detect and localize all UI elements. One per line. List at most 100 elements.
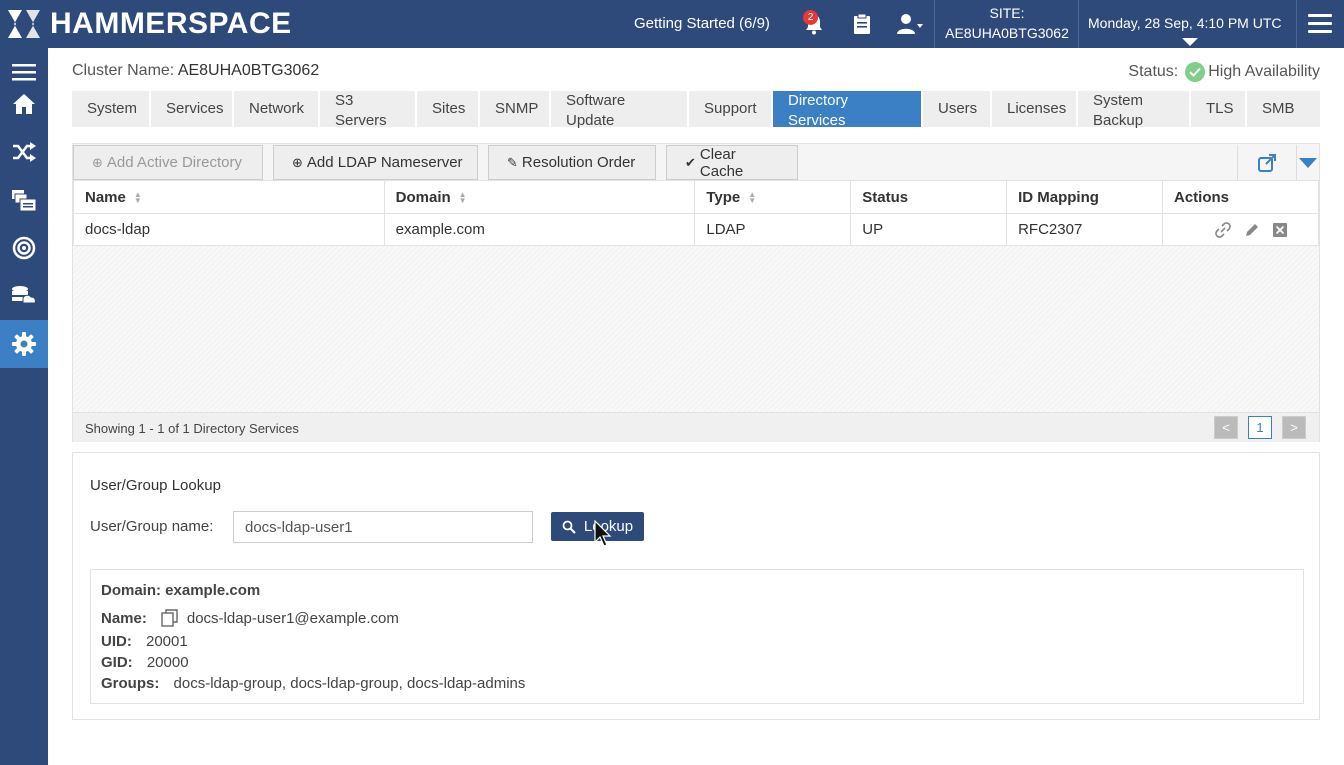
sort-icon: ▲ ▼: [133, 189, 142, 205]
clipboard-icon: [854, 13, 870, 34]
cell-domain: example.com: [383, 213, 696, 246]
topbar-divider: [1296, 0, 1297, 48]
result-gid: GID: 20000: [101, 654, 189, 671]
status-label: Status:: [1128, 63, 1179, 80]
lookup-title: User/Group Lookup: [90, 477, 221, 494]
menu-icon: [12, 64, 36, 81]
link-icon[interactable]: [1214, 221, 1232, 239]
caret-down-icon: [1182, 38, 1198, 46]
sidebar-item-administration[interactable]: [0, 320, 48, 368]
tab-users[interactable]: Users: [923, 91, 992, 127]
sidebar-item-data-mobility[interactable]: [0, 128, 48, 176]
sort-icon: ▲ ▼: [748, 189, 757, 205]
export-icon[interactable]: [1258, 154, 1278, 172]
tab-licenses[interactable]: Licenses: [992, 91, 1078, 127]
storage-icon: [12, 286, 36, 304]
pagination-prev-button[interactable]: <: [1214, 416, 1238, 439]
hamburger-menu-button[interactable]: [1308, 14, 1332, 34]
cell-id-mapping: RFC2307: [1006, 213, 1163, 246]
result-uid: UID: 20001: [101, 633, 188, 650]
pagination-page-1[interactable]: 1: [1248, 416, 1272, 439]
shuffle-icon: [13, 142, 36, 162]
check-circle-icon: ✔: [685, 154, 696, 170]
mouse-cursor-icon: [594, 520, 612, 547]
datetime-display[interactable]: Monday, 28 Sep, 4:10 PM UTC: [1088, 15, 1282, 31]
delete-icon[interactable]: [1272, 222, 1288, 238]
add-active-directory-button[interactable]: ⊕ Add Active Directory: [73, 145, 263, 180]
tab-directory-services[interactable]: Directory Services: [773, 91, 923, 129]
add-ldap-nameserver-button[interactable]: ⊕ Add LDAP Nameserver: [273, 145, 478, 180]
brand-name: HAMMERSPACE: [50, 7, 292, 40]
notification-badge: 2: [803, 10, 818, 25]
topbar-divider: [934, 0, 935, 48]
getting-started-link[interactable]: Getting Started (6/9): [634, 15, 770, 32]
user-menu-button[interactable]: [894, 10, 926, 38]
directory-services-panel: ⊕ Add Active Directory ⊕ Add LDAP Namese…: [72, 143, 1320, 442]
cluster-label: Cluster Name:: [72, 62, 175, 79]
sidebar-item-shares[interactable]: [0, 176, 48, 224]
tab-tls[interactable]: TLS: [1191, 91, 1247, 127]
topbar-divider: [1078, 0, 1079, 48]
status-value: High Availability: [1208, 63, 1320, 80]
cell-actions: [1161, 213, 1320, 246]
user-group-lookup-panel: User/Group Lookup User/Group name: Looku…: [72, 452, 1320, 720]
tab-smb[interactable]: SMB: [1247, 91, 1320, 127]
column-header-id-mapping: ID Mapping: [1006, 180, 1163, 214]
cell-status: UP: [850, 213, 1008, 246]
tasks-button[interactable]: [848, 10, 876, 38]
lookup-result: Domain: example.com Name: docs-ldap-user…: [90, 569, 1304, 704]
tab-network[interactable]: Network: [234, 91, 320, 127]
tab-sites[interactable]: Sites: [417, 91, 480, 127]
tab-system-backup[interactable]: System Backup: [1078, 91, 1191, 129]
hammerspace-logo-icon: [8, 10, 40, 38]
plus-circle-icon: ⊕: [92, 154, 103, 170]
sort-icon: ▲ ▼: [458, 189, 467, 205]
table-footer: Showing 1 - 1 of 1 Directory Services < …: [73, 412, 1319, 442]
clear-cache-button[interactable]: ✔ Clear Cache: [666, 145, 798, 180]
result-groups: Groups: docs-ldap-group, docs-ldap-group…: [101, 675, 526, 692]
column-header-name[interactable]: Name ▲ ▼: [73, 180, 385, 214]
column-header-type[interactable]: Type ▲ ▼: [694, 180, 852, 214]
toolbar-right: [1237, 145, 1319, 180]
user-icon: [897, 14, 923, 34]
plus-circle-icon: ⊕: [292, 154, 303, 170]
directory-services-table: Name ▲ ▼ Domain ▲ ▼ Type ▲ ▼ Status ID Mapping…: [73, 180, 1320, 246]
pagination-next-button[interactable]: >: [1282, 416, 1306, 439]
tab-snmp[interactable]: SNMP: [480, 91, 551, 127]
resolution-order-button[interactable]: ✎ Resolution Order: [488, 145, 656, 180]
result-domain: Domain: example.com: [101, 582, 261, 599]
lookup-label: User/Group name:: [90, 518, 214, 535]
check-circle-icon: [1185, 62, 1206, 82]
cell-type: LDAP: [694, 213, 852, 246]
brand-logo[interactable]: HAMMERSPACE: [4, 6, 292, 42]
tab-s3-servers[interactable]: S3 Servers: [320, 91, 417, 129]
tab-services[interactable]: Services: [151, 91, 234, 127]
sidebar: [0, 48, 48, 765]
sidebar-item-objectives[interactable]: [0, 224, 48, 272]
caret-down-icon[interactable]: [1299, 158, 1317, 168]
top-bar: HAMMERSPACE Getting Started (6/9) 2 SITE…: [0, 0, 1344, 48]
tab-support[interactable]: Support: [689, 91, 773, 127]
result-name: Name: docs-ldap-user1@example.com: [101, 609, 399, 627]
search-icon: [562, 520, 576, 534]
site-info: SITE: AE8UHA0BTG3062: [936, 3, 1078, 43]
tab-software-update[interactable]: Software Update: [551, 91, 689, 129]
user-group-name-input[interactable]: [233, 511, 533, 543]
target-icon: [12, 236, 36, 260]
pencil-icon: ✎: [507, 154, 518, 170]
toolbar: ⊕ Add Active Directory ⊕ Add LDAP Namese…: [73, 144, 1319, 180]
site-id: AE8UHA0BTG3062: [945, 25, 1069, 41]
cluster-status: Status: High Availability: [1128, 62, 1320, 82]
table-header-row: Name ▲ ▼ Domain ▲ ▼ Type ▲ ▼ Status ID Mapping…: [73, 180, 1320, 214]
settings-tabs: System Services Network S3 Servers Sites …: [72, 91, 1320, 129]
column-header-domain[interactable]: Domain ▲ ▼: [383, 180, 696, 214]
sidebar-item-home[interactable]: [0, 80, 48, 128]
site-label: SITE:: [989, 5, 1025, 21]
table-row[interactable]: docs-ldap example.com LDAP UP RFC2307: [73, 213, 1320, 246]
edit-icon[interactable]: [1244, 222, 1260, 238]
column-header-status: Status: [850, 180, 1008, 214]
tab-system[interactable]: System: [72, 91, 151, 127]
copy-icon[interactable]: [161, 609, 179, 627]
results-count: Showing 1 - 1 of 1 Directory Services: [85, 421, 299, 436]
sidebar-item-storage[interactable]: [0, 272, 48, 320]
